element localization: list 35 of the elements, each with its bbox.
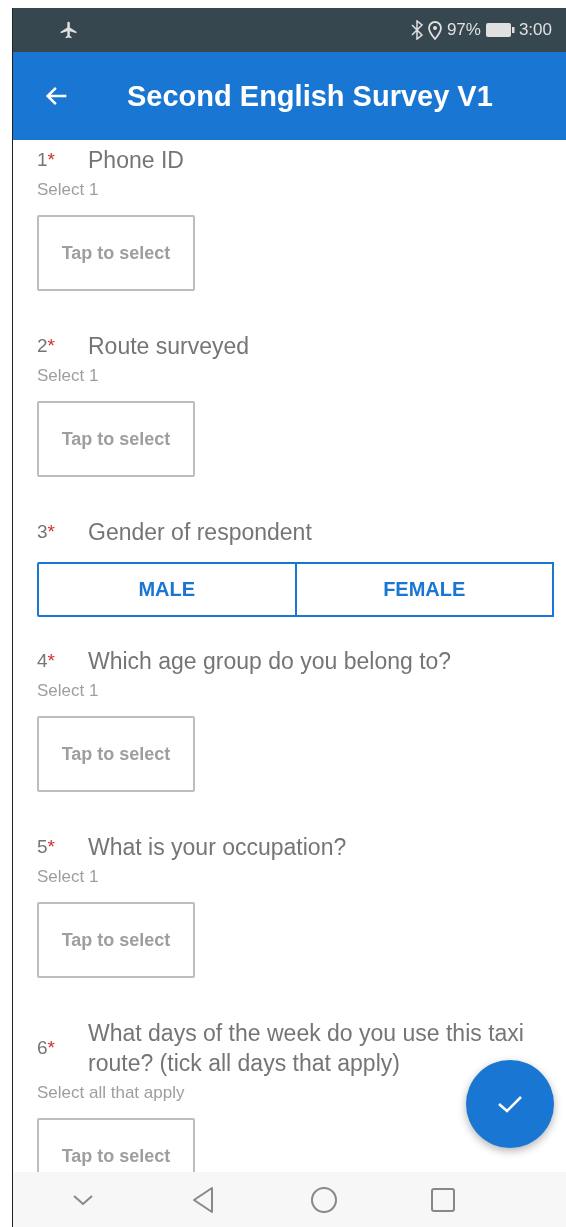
- home-circle-icon[interactable]: [310, 1185, 338, 1214]
- check-icon: [496, 1093, 524, 1115]
- question-number: 4*: [37, 650, 56, 672]
- question-number: 6*: [37, 1037, 56, 1059]
- select-field[interactable]: Tap to select: [37, 902, 195, 978]
- question-title: Route surveyed: [88, 332, 250, 361]
- bluetooth-icon: [410, 20, 423, 40]
- question-hint: Select 1: [37, 366, 100, 386]
- question-title: Which age group do you belong to?: [88, 647, 452, 676]
- back-triangle-icon[interactable]: [190, 1184, 216, 1215]
- select-field[interactable]: Tap to select: [37, 401, 195, 477]
- recents-square-icon[interactable]: [430, 1186, 456, 1213]
- clock: 3:00: [518, 20, 552, 40]
- select-field[interactable]: Tap to select: [37, 215, 195, 291]
- question-title: What days of the week do you use this taxi route? (tick all days that apply): [88, 1019, 525, 1078]
- question-number: 5*: [37, 836, 56, 858]
- battery-percent: 97%: [446, 20, 481, 40]
- option-button[interactable]: FEMALE: [294, 562, 554, 617]
- airplane-icon: [59, 20, 79, 40]
- app-title: Second English Survey V1: [127, 79, 493, 113]
- select-field[interactable]: Tap to select: [37, 716, 195, 792]
- question-hint: Select 1: [37, 681, 100, 701]
- question-title: What is your occupation?: [88, 833, 347, 862]
- question-title: Phone ID: [88, 146, 184, 175]
- location-icon: [426, 20, 443, 40]
- submit-button[interactable]: [466, 1060, 554, 1148]
- question-title: Gender of respondent: [88, 518, 312, 547]
- question-hint: Select all that apply: [37, 1083, 186, 1103]
- question-hint: Select 1: [37, 867, 100, 887]
- option-button[interactable]: MALE: [37, 562, 297, 617]
- question-number: 1*: [37, 149, 56, 171]
- question-number: 2*: [37, 335, 56, 357]
- question-number: 3*: [37, 521, 56, 543]
- question-hint: Select 1: [37, 180, 100, 200]
- battery-icon: [484, 22, 515, 38]
